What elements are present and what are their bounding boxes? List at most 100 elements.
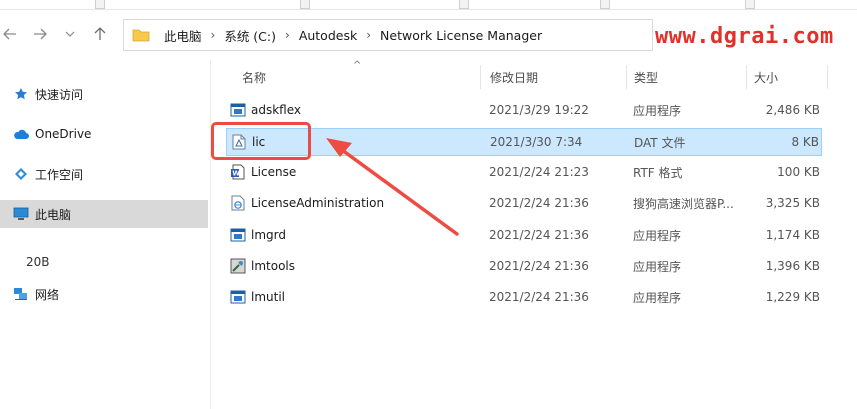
sidebar-item-20b[interactable]: 20B [0,248,208,276]
breadcrumb-separator-icon[interactable]: › [211,28,216,42]
up-button[interactable] [90,24,110,44]
address-bar[interactable]: 此电脑 › 系统 (C:) › Autodesk › Network Licen… [123,19,653,51]
file-date: 2021/3/30 7:34 [490,135,583,149]
exe-icon [230,102,246,118]
toolbar-remnant [600,0,610,9]
file-name: adskflex [251,103,302,117]
navigation-pane: 快速访问 OneDrive 工作空间 此电脑 20B 网络 [0,60,210,409]
breadcrumb-separator-icon[interactable]: › [285,28,290,42]
sidebar-item-label: 此电脑 [35,207,72,222]
toolbar-remnant [95,0,105,9]
file-row[interactable]: adskflex 2021/3/29 19:22 应用程序 2,486 KB [226,96,822,124]
file-type: 应用程序 [633,228,682,243]
file-name-cell: lmutil [230,283,285,311]
file-type: 应用程序 [633,290,682,305]
file-size: 100 KB [777,165,820,179]
toolbar-remnant [745,0,755,9]
file-name: lmgrd [251,228,286,242]
forward-arrow-icon [34,28,47,40]
sidebar-item-label: OneDrive [35,127,92,141]
sidebar-item-onedrive[interactable]: OneDrive [0,120,208,148]
column-divider[interactable] [827,65,828,89]
file-size: 1,396 KB [765,259,820,273]
file-type: 搜狗高速浏览器P... [633,196,734,211]
file-name: LicenseAdministration [251,196,385,210]
file-type: 应用程序 [633,259,682,274]
file-type: RTF 格式 [633,165,683,180]
breadcrumb-separator-icon[interactable]: › [366,28,371,42]
file-date: 2021/2/24 21:36 [489,259,589,273]
file-type: 应用程序 [633,103,682,118]
column-header-name[interactable]: 名称 [242,65,266,89]
sidebar-item-label: 网络 [35,287,60,302]
file-row[interactable]: lmutil 2021/2/24 21:36 应用程序 1,229 KB [226,283,822,311]
toolbar-remnant [459,0,469,9]
file-name-cell: W License [230,158,296,186]
workspace-icon [13,166,29,182]
file-date: 2021/2/24 21:36 [489,228,589,242]
cloud-icon [13,126,29,142]
file-row[interactable]: W License 2021/2/24 21:23 RTF 格式 100 KB [226,158,822,186]
network-icon [13,286,29,302]
file-name: lmtools [251,259,295,273]
star-icon [13,86,29,102]
sort-ascending-icon: ^ [353,60,362,71]
exe-icon [230,227,246,243]
breadcrumb-item[interactable]: 系统 (C:) [224,26,276,45]
column-header-size[interactable]: 大小 [754,65,778,89]
html-file-icon [230,195,246,211]
rtf-file-icon: W [230,164,246,180]
watermark: www.dgrai.com [655,24,834,49]
file-row[interactable]: LicenseAdministration 2021/2/24 21:36 搜狗… [226,189,822,217]
pane-divider[interactable] [210,60,211,409]
file-name: lmutil [251,290,286,304]
column-divider[interactable] [746,65,747,89]
file-size: 3,325 KB [765,196,820,210]
up-arrow-icon [94,27,106,40]
recent-locations-button[interactable] [60,24,80,44]
file-date: 2021/3/29 19:22 [489,103,589,117]
file-date: 2021/2/24 21:36 [489,290,589,304]
sidebar-item-network[interactable]: 网络 [0,280,208,308]
back-arrow-icon [3,28,16,40]
back-button[interactable] [0,24,20,44]
chevron-down-icon [65,31,75,37]
column-header-date[interactable]: 修改日期 [490,65,538,89]
file-size: 8 KB [791,135,819,149]
forward-button[interactable] [30,24,50,44]
tools-exe-icon [230,258,246,274]
file-name-cell: LicenseAdministration [230,189,384,217]
file-row[interactable]: lmtools 2021/2/24 21:36 应用程序 1,396 KB [226,252,822,280]
column-header-type[interactable]: 类型 [634,65,658,89]
annotation-highlight-box [211,122,311,160]
file-name-cell: lmgrd [230,221,286,249]
folder-icon [132,28,150,42]
navigation-bar: 此电脑 › 系统 (C:) › Autodesk › Network Licen… [0,14,857,54]
file-date: 2021/2/24 21:36 [489,196,589,210]
column-divider[interactable] [480,65,481,89]
sidebar-item-workspace[interactable]: 工作空间 [0,160,208,188]
sidebar-item-label: 快速访问 [35,87,84,102]
breadcrumb-item[interactable]: Network License Manager [380,28,542,43]
breadcrumb-item[interactable]: 此电脑 [164,26,202,45]
toolbar-remnant [300,0,310,9]
file-row-selected[interactable]: lic 2021/3/30 7:34 DAT 文件 8 KB [226,128,822,156]
file-size: 2,486 KB [765,103,820,117]
file-name-cell: adskflex [230,96,301,124]
sidebar-item-this-pc[interactable]: 此电脑 [0,200,208,228]
file-name: License [251,165,297,179]
breadcrumb-item[interactable]: Autodesk [299,28,357,43]
sidebar-item-quick-access[interactable]: 快速访问 [0,80,208,108]
svg-text:W: W [232,170,240,178]
file-size: 1,229 KB [765,290,820,304]
sidebar-item-label: 20B [26,255,50,269]
file-size: 1,174 KB [765,228,820,242]
window-top-strip [0,0,857,10]
exe-icon [230,289,246,305]
file-type: DAT 文件 [634,135,686,150]
computer-icon [13,206,29,222]
column-divider[interactable] [626,65,627,89]
file-date: 2021/2/24 21:23 [489,165,589,179]
file-row[interactable]: lmgrd 2021/2/24 21:36 应用程序 1,174 KB [226,221,822,249]
sidebar-item-label: 工作空间 [35,167,84,182]
